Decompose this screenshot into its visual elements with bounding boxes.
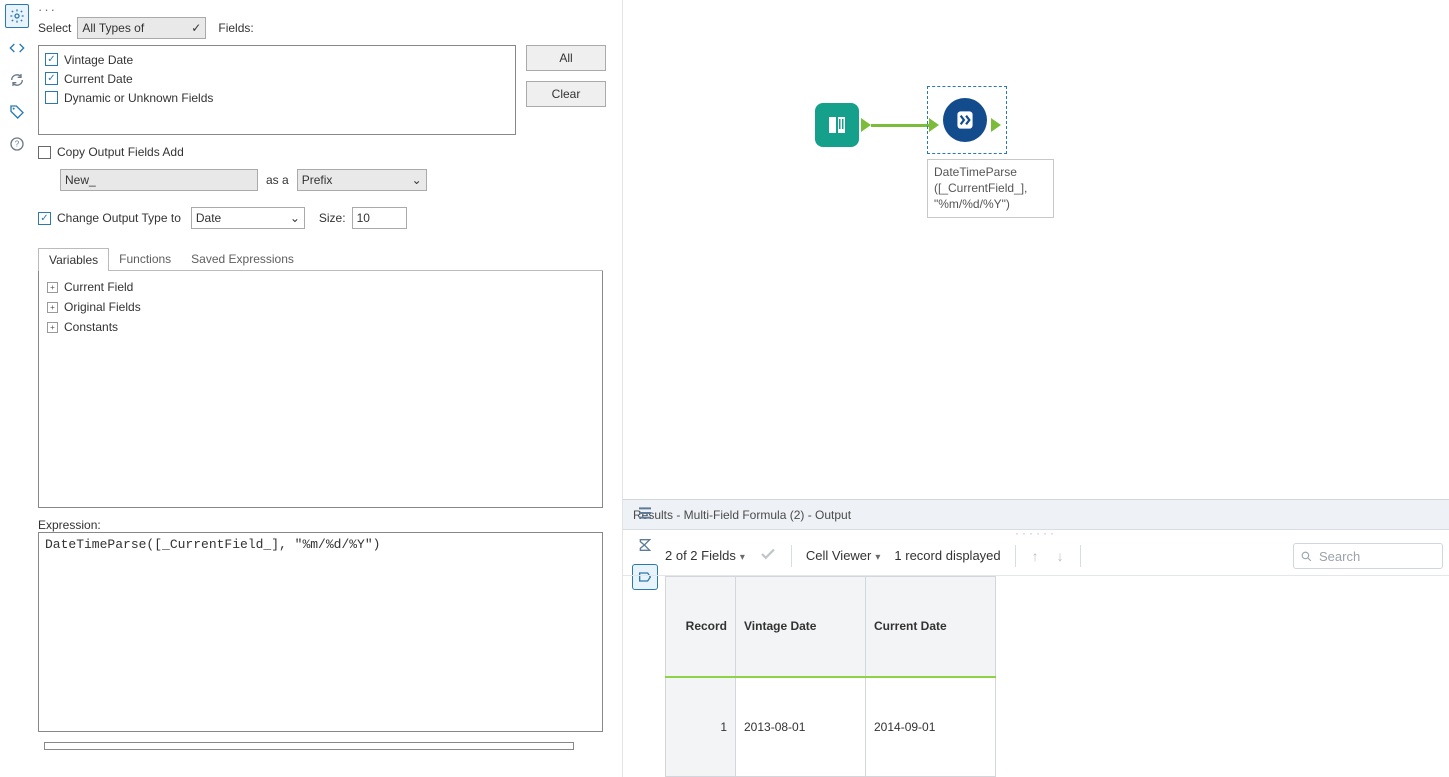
- cell-current-date: 2014-09-01: [866, 677, 996, 777]
- bottom-panel-edge: [44, 742, 574, 750]
- col-record[interactable]: Record: [666, 577, 736, 677]
- field-dynamic-label: Dynamic or Unknown Fields: [64, 91, 213, 105]
- output-type-dropdown[interactable]: Date ⌄: [191, 207, 305, 229]
- checkbox-checked-icon[interactable]: ✓: [45, 72, 58, 85]
- select-label: Select: [38, 21, 71, 35]
- results-panel: Results - Multi-Field Formula (2) - Outp…: [623, 499, 1449, 777]
- results-search-input[interactable]: Search: [1293, 543, 1443, 569]
- results-toolbar: 2 of 2 Fields Cell Viewer 1 record displ…: [623, 536, 1449, 576]
- select-fields-row: Select All Types of ✓ Fields:: [38, 17, 614, 39]
- change-output-label: Change Output Type to: [57, 211, 181, 225]
- refresh-icon[interactable]: [5, 68, 29, 92]
- results-body: Record Vintage Date Current Date 1 2013-…: [623, 576, 1449, 777]
- svg-text:?: ?: [15, 140, 20, 149]
- chevron-down-icon: ⌄: [412, 173, 422, 187]
- results-list-icon[interactable]: [632, 500, 658, 526]
- tab-variables[interactable]: Variables: [38, 248, 109, 271]
- size-input[interactable]: 10: [352, 207, 407, 229]
- new-prefix-input[interactable]: New_: [60, 169, 258, 191]
- col-current-date[interactable]: Current Date: [866, 577, 996, 677]
- expand-icon[interactable]: +: [47, 322, 58, 333]
- right-side: DateTimeParse ([_CurrentField_], "%m/%d/…: [622, 0, 1449, 777]
- app-root: ? ··· Select All Types of ✓ Fields: ✓ Vi…: [0, 0, 1449, 777]
- expression-tabs: Variables Functions Saved Expressions: [38, 247, 603, 271]
- table-header-row: Record Vintage Date Current Date: [666, 577, 996, 677]
- tab-functions[interactable]: Functions: [109, 248, 181, 271]
- results-table[interactable]: Record Vintage Date Current Date 1 2013-…: [665, 576, 996, 777]
- input-anchor-icon[interactable]: [929, 118, 939, 132]
- canvas-node-annotation[interactable]: DateTimeParse ([_CurrentField_], "%m/%d/…: [927, 159, 1054, 218]
- as-a-label: as a: [266, 173, 289, 187]
- size-label: Size:: [319, 211, 346, 225]
- chevron-down-icon: ⌄: [290, 211, 300, 225]
- help-icon[interactable]: ?: [5, 132, 29, 156]
- formula-tool-icon: [952, 107, 978, 133]
- output-anchor-icon[interactable]: [991, 118, 1001, 132]
- canvas-connector[interactable]: [871, 124, 935, 127]
- toolbar-separator: [1080, 545, 1081, 567]
- tree-node-original-fields[interactable]: + Original Fields: [47, 297, 594, 317]
- cell-vintage-date: 2013-08-01: [736, 677, 866, 777]
- canvas-node-input[interactable]: [815, 103, 859, 147]
- expression-editor[interactable]: DateTimeParse([_CurrentField_], "%m/%d/%…: [38, 532, 603, 732]
- expand-icon[interactable]: +: [47, 302, 58, 313]
- results-title-text: Results - Multi-Field Formula (2) - Outp…: [633, 508, 851, 522]
- prefix-row: New_ as a Prefix ⌄: [60, 169, 614, 191]
- search-icon: [1300, 550, 1313, 563]
- field-dynamic-unknown[interactable]: ✓ Dynamic or Unknown Fields: [45, 88, 509, 107]
- field-vintage-date[interactable]: ✓ Vintage Date: [45, 50, 509, 69]
- table-row[interactable]: 1 2013-08-01 2014-09-01: [666, 677, 996, 777]
- field-current-date-label: Current Date: [64, 72, 133, 86]
- select-types-value: All Types of: [82, 21, 144, 35]
- chevron-down-icon: [875, 548, 880, 563]
- field-vintage-date-label: Vintage Date: [64, 53, 133, 67]
- workflow-canvas[interactable]: DateTimeParse ([_CurrentField_], "%m/%d/…: [623, 0, 1449, 499]
- checkmark-icon[interactable]: [759, 545, 777, 566]
- col-vintage-date[interactable]: Vintage Date: [736, 577, 866, 677]
- book-icon: [825, 113, 849, 137]
- toolbar-separator: [1015, 545, 1016, 567]
- change-output-checkbox[interactable]: ✓: [38, 212, 51, 225]
- expression-label: Expression:: [38, 518, 614, 532]
- copy-output-row: ✓ Copy Output Fields Add: [38, 145, 614, 159]
- arrow-down-icon[interactable]: ↓: [1055, 548, 1066, 564]
- tag-icon[interactable]: [5, 100, 29, 124]
- arrow-up-icon[interactable]: ↑: [1030, 548, 1041, 564]
- canvas-node-multifield-formula[interactable]: [943, 98, 987, 142]
- code-icon[interactable]: [5, 36, 29, 60]
- select-types-dropdown[interactable]: All Types of ✓: [77, 17, 206, 39]
- gear-icon[interactable]: [5, 4, 29, 28]
- change-output-row: ✓ Change Output Type to Date ⌄ Size: 10: [38, 207, 614, 229]
- config-panel: ··· Select All Types of ✓ Fields: ✓ Vint…: [34, 0, 622, 777]
- cell-viewer-dropdown[interactable]: Cell Viewer: [806, 548, 881, 563]
- cell-record-index: 1: [666, 677, 736, 777]
- checkbox-unchecked-icon[interactable]: ✓: [45, 91, 58, 104]
- prefix-suffix-dropdown[interactable]: Prefix ⌄: [297, 169, 427, 191]
- copy-output-label: Copy Output Fields Add: [57, 145, 184, 159]
- field-current-date[interactable]: ✓ Current Date: [45, 69, 509, 88]
- config-icon-rail: ?: [0, 0, 34, 777]
- toolbar-separator: [791, 545, 792, 567]
- field-checklist[interactable]: ✓ Vintage Date ✓ Current Date ✓ Dynamic …: [38, 45, 516, 135]
- output-anchor-icon[interactable]: [861, 118, 871, 132]
- records-summary: 1 record displayed: [894, 548, 1000, 563]
- panel-drag-dots: ···: [38, 2, 614, 17]
- variables-tree[interactable]: + Current Field + Original Fields + Cons…: [38, 271, 603, 508]
- fields-and-buttons-row: ✓ Vintage Date ✓ Current Date ✓ Dynamic …: [38, 39, 614, 135]
- search-placeholder: Search: [1319, 549, 1360, 564]
- expand-icon[interactable]: +: [47, 282, 58, 293]
- chevron-down-icon: [740, 548, 745, 563]
- tab-saved-expressions[interactable]: Saved Expressions: [181, 248, 304, 271]
- chevron-down-icon: ✓: [191, 21, 201, 35]
- tree-node-current-field[interactable]: + Current Field: [47, 277, 594, 297]
- fields-summary[interactable]: 2 of 2 Fields: [665, 548, 745, 563]
- copy-output-checkbox[interactable]: ✓: [38, 146, 51, 159]
- checkbox-checked-icon[interactable]: ✓: [45, 53, 58, 66]
- fields-label: Fields:: [218, 21, 253, 35]
- tree-node-constants[interactable]: + Constants: [47, 317, 594, 337]
- select-all-button[interactable]: All: [526, 45, 606, 71]
- clear-button[interactable]: Clear: [526, 81, 606, 107]
- field-button-column: All Clear: [526, 45, 606, 107]
